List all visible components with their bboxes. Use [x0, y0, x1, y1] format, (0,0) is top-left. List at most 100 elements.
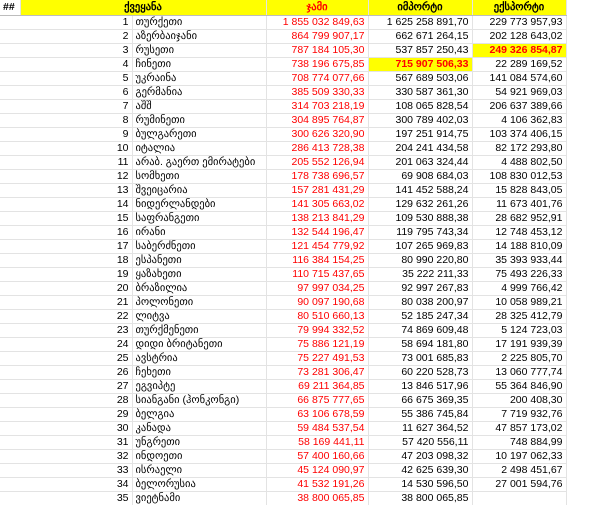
country-cell[interactable]: უნგრეთი	[132, 435, 267, 450]
export-cell[interactable]: 13 060 777,74	[472, 365, 567, 380]
export-cell[interactable]: 4 488 802,50	[472, 155, 567, 170]
import-cell[interactable]: 141 452 588,24	[368, 183, 473, 198]
total-cell[interactable]: 314 703 218,19	[266, 99, 369, 114]
country-cell[interactable]: ირანი	[132, 225, 267, 240]
total-cell[interactable]: 286 413 728,38	[266, 141, 369, 156]
country-cell[interactable]: საბერძნეთი	[132, 239, 267, 254]
total-cell[interactable]: 864 799 907,17	[266, 29, 369, 44]
import-cell[interactable]: 13 846 517,96	[368, 379, 473, 394]
row-number-cell[interactable]: 6	[0, 85, 133, 100]
export-cell[interactable]: 54 921 969,03	[472, 85, 567, 100]
total-cell[interactable]: 80 510 660,13	[266, 309, 369, 324]
export-cell[interactable]: 35 393 933,44	[472, 253, 567, 268]
country-cell[interactable]: ჩინეთი	[132, 57, 267, 72]
total-cell[interactable]: 75 886 121,19	[266, 337, 369, 352]
country-cell[interactable]: სიანგანი (ჰონკონგი)	[132, 393, 267, 408]
export-cell[interactable]: 47 857 173,02	[472, 421, 567, 436]
export-cell[interactable]: 82 172 293,80	[472, 141, 567, 156]
row-number-cell[interactable]: 30	[0, 421, 133, 436]
row-number-cell[interactable]: 8	[0, 113, 133, 128]
import-cell[interactable]: 715 907 506,33	[368, 57, 473, 72]
total-cell[interactable]: 57 400 160,66	[266, 449, 369, 464]
row-number-cell[interactable]: 3	[0, 43, 133, 58]
export-cell[interactable]: 108 830 012,53	[472, 169, 567, 184]
total-cell[interactable]: 45 124 090,97	[266, 463, 369, 478]
country-cell[interactable]: დიდი ბრიტანეთი	[132, 337, 267, 352]
header-import[interactable]: იმპორტი	[368, 0, 473, 16]
total-cell[interactable]: 69 211 364,85	[266, 379, 369, 394]
row-number-cell[interactable]: 2	[0, 29, 133, 44]
country-cell[interactable]: სომხეთი	[132, 169, 267, 184]
header-num[interactable]: ##	[0, 0, 21, 16]
export-cell[interactable]: 249 326 854,87	[472, 43, 567, 58]
row-number-cell[interactable]: 17	[0, 239, 133, 254]
total-cell[interactable]: 157 281 431,29	[266, 183, 369, 198]
country-cell[interactable]: ბელგია	[132, 407, 267, 422]
row-number-cell[interactable]: 24	[0, 337, 133, 352]
import-cell[interactable]: 35 222 211,33	[368, 267, 473, 282]
import-cell[interactable]: 662 671 264,15	[368, 29, 473, 44]
import-cell[interactable]: 1 625 258 891,70	[368, 15, 473, 30]
row-number-cell[interactable]: 14	[0, 197, 133, 212]
country-cell[interactable]: უკრაინა	[132, 71, 267, 86]
export-cell[interactable]: 28 682 952,91	[472, 211, 567, 226]
country-cell[interactable]: ავსტრია	[132, 351, 267, 366]
total-cell[interactable]: 300 626 320,90	[266, 127, 369, 142]
total-cell[interactable]: 63 106 678,59	[266, 407, 369, 422]
country-cell[interactable]: ნიდერლანდები	[132, 197, 267, 212]
country-cell[interactable]: რუმინეთი	[132, 113, 267, 128]
total-cell[interactable]: 178 738 696,57	[266, 169, 369, 184]
country-cell[interactable]: ყაზახეთი	[132, 267, 267, 282]
import-cell[interactable]: 204 241 434,58	[368, 141, 473, 156]
import-cell[interactable]: 74 869 609,48	[368, 323, 473, 338]
country-cell[interactable]: ბრაზილია	[132, 281, 267, 296]
import-cell[interactable]: 69 908 684,03	[368, 169, 473, 184]
import-cell[interactable]: 55 386 745,84	[368, 407, 473, 422]
country-cell[interactable]: რუსეთი	[132, 43, 267, 58]
export-cell[interactable]: 15 828 843,05	[472, 183, 567, 198]
country-cell[interactable]: ლიტვა	[132, 309, 267, 324]
export-cell[interactable]: 27 001 594,76	[472, 477, 567, 492]
import-cell[interactable]: 567 689 503,06	[368, 71, 473, 86]
row-number-cell[interactable]: 10	[0, 141, 133, 156]
country-cell[interactable]: ჩეხეთი	[132, 365, 267, 380]
import-cell[interactable]: 11 627 364,52	[368, 421, 473, 436]
import-cell[interactable]: 57 420 556,11	[368, 435, 473, 450]
row-number-cell[interactable]: 21	[0, 295, 133, 310]
import-cell[interactable]: 73 001 685,83	[368, 351, 473, 366]
row-number-cell[interactable]: 31	[0, 435, 133, 450]
row-number-cell[interactable]: 13	[0, 183, 133, 198]
row-number-cell[interactable]: 25	[0, 351, 133, 366]
export-cell[interactable]: 748 884,99	[472, 435, 567, 450]
row-number-cell[interactable]: 32	[0, 449, 133, 464]
country-cell[interactable]: ბელორუსია	[132, 477, 267, 492]
export-cell[interactable]: 75 493 226,33	[472, 267, 567, 282]
country-cell[interactable]: ბულგარეთი	[132, 127, 267, 142]
header-export[interactable]: ექსპორტი	[472, 0, 567, 16]
export-cell[interactable]: 2 498 451,67	[472, 463, 567, 478]
total-cell[interactable]: 90 097 190,68	[266, 295, 369, 310]
export-cell[interactable]: 11 673 401,76	[472, 197, 567, 212]
row-number-cell[interactable]: 22	[0, 309, 133, 324]
country-cell[interactable]: არაბ. გაერთ ემირატები	[132, 155, 267, 170]
country-cell[interactable]: ისრაელი	[132, 463, 267, 478]
import-cell[interactable]: 119 795 743,34	[368, 225, 473, 240]
country-cell[interactable]: ეგვიპტე	[132, 379, 267, 394]
total-cell[interactable]: 385 509 330,33	[266, 85, 369, 100]
total-cell[interactable]: 66 875 777,65	[266, 393, 369, 408]
country-cell[interactable]: აშშ	[132, 99, 267, 114]
export-cell[interactable]: 206 637 389,66	[472, 99, 567, 114]
header-country[interactable]: ქვეყანა	[20, 0, 267, 16]
export-cell[interactable]: 5 124 723,03	[472, 323, 567, 338]
import-cell[interactable]: 47 203 098,32	[368, 449, 473, 464]
country-cell[interactable]: იტალია	[132, 141, 267, 156]
total-cell[interactable]: 132 544 196,47	[266, 225, 369, 240]
export-cell[interactable]: 22 289 169,52	[472, 57, 567, 72]
import-cell[interactable]: 108 065 828,54	[368, 99, 473, 114]
import-cell[interactable]: 38 800 065,85	[368, 491, 473, 505]
row-number-cell[interactable]: 23	[0, 323, 133, 338]
total-cell[interactable]: 138 213 841,29	[266, 211, 369, 226]
row-number-cell[interactable]: 28	[0, 393, 133, 408]
import-cell[interactable]: 201 063 324,44	[368, 155, 473, 170]
country-cell[interactable]: შვეიცარია	[132, 183, 267, 198]
